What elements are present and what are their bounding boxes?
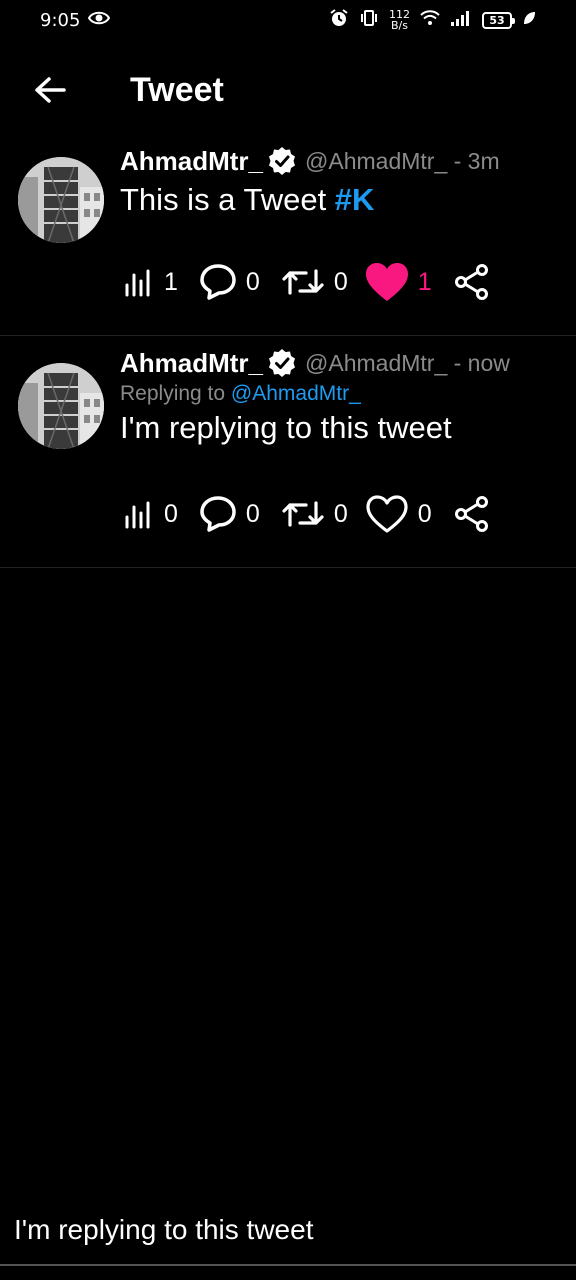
arrow-left-icon bbox=[35, 77, 66, 103]
eye-icon bbox=[88, 10, 111, 31]
handle-and-time: @AhmadMtr_ - now bbox=[305, 349, 510, 376]
tweet[interactable]: AhmadMtr_ @AhmadMtr_ - now Replying to @… bbox=[0, 336, 576, 568]
battery-level: 53 bbox=[489, 13, 505, 27]
share-button[interactable] bbox=[454, 263, 490, 301]
replying-to-line: Replying to @AhmadMtr_ bbox=[120, 382, 566, 406]
share-button[interactable] bbox=[454, 495, 490, 533]
verified-badge-icon bbox=[267, 348, 297, 378]
wifi-icon bbox=[420, 10, 440, 30]
heart-outline-icon bbox=[366, 495, 408, 533]
status-left: 9:05 bbox=[40, 9, 111, 31]
hashtag-link[interactable]: #K bbox=[335, 182, 375, 217]
tweet[interactable]: AhmadMtr_ @AhmadMtr_ - 3m This is a Twee… bbox=[0, 140, 576, 336]
retweet-button[interactable]: 0 bbox=[280, 265, 348, 299]
views-icon bbox=[125, 269, 150, 297]
status-time: 9:05 bbox=[40, 9, 81, 31]
display-name[interactable]: AhmadMtr_ bbox=[120, 348, 263, 379]
comment-icon bbox=[200, 264, 236, 300]
retweet-button[interactable]: 0 bbox=[280, 497, 348, 531]
avatar[interactable] bbox=[18, 363, 104, 449]
avatar[interactable] bbox=[18, 157, 104, 243]
tweet-body: AhmadMtr_ @AhmadMtr_ - now Replying to @… bbox=[120, 346, 566, 446]
tweet-text-plain: This is a Tweet bbox=[120, 182, 335, 217]
reply-button[interactable]: 0 bbox=[198, 495, 260, 533]
mention-link[interactable]: @AhmadMtr_ bbox=[231, 382, 361, 405]
retweet-icon bbox=[282, 269, 324, 295]
views-button[interactable]: 0 bbox=[122, 497, 178, 531]
status-right: 112 B/s 53 bbox=[329, 8, 536, 32]
tweet-header: AhmadMtr_ @AhmadMtr_ - now bbox=[120, 346, 566, 380]
verified-badge-icon bbox=[267, 146, 297, 176]
heart-filled-icon bbox=[365, 263, 408, 301]
retweet-icon bbox=[282, 501, 324, 527]
leaf-icon bbox=[522, 10, 536, 30]
retweet-count: 0 bbox=[333, 267, 348, 296]
like-count: 1 bbox=[417, 267, 432, 296]
share-icon bbox=[454, 496, 488, 532]
app-bar: Tweet bbox=[0, 60, 576, 120]
tweet-actions: 0 0 0 0 bbox=[122, 492, 490, 536]
reply-composer bbox=[0, 1196, 576, 1266]
status-bar: 9:05 112 B/s 53 bbox=[0, 0, 576, 40]
like-count: 0 bbox=[417, 499, 432, 528]
views-count: 1 bbox=[164, 267, 178, 296]
handle-and-time: @AhmadMtr_ - 3m bbox=[305, 147, 500, 174]
replying-prefix: Replying to bbox=[120, 382, 231, 405]
comment-icon bbox=[200, 496, 236, 532]
views-button[interactable]: 1 bbox=[122, 265, 178, 299]
tweet-actions: 1 0 0 1 bbox=[122, 260, 490, 304]
retweet-count: 0 bbox=[333, 499, 348, 528]
back-button[interactable] bbox=[20, 60, 80, 120]
network-speed: 112 B/s bbox=[389, 9, 410, 31]
display-name[interactable]: AhmadMtr_ bbox=[120, 146, 263, 177]
alarm-icon bbox=[329, 8, 349, 32]
tweet-header: AhmadMtr_ @AhmadMtr_ - 3m bbox=[120, 144, 566, 178]
share-icon bbox=[454, 264, 488, 300]
vibrate-icon bbox=[359, 8, 379, 32]
battery-icon: 53 bbox=[482, 11, 515, 29]
reply-count: 0 bbox=[245, 499, 260, 528]
tweet-text: I'm replying to this tweet bbox=[120, 410, 452, 445]
tweet-body: AhmadMtr_ @AhmadMtr_ - 3m This is a Twee… bbox=[120, 144, 566, 218]
page-title: Tweet bbox=[130, 70, 224, 109]
reply-input[interactable] bbox=[14, 1214, 554, 1246]
net-speed-unit: B/s bbox=[391, 19, 408, 32]
tweet-text: This is a Tweet #K bbox=[120, 182, 566, 218]
views-icon bbox=[125, 501, 150, 529]
like-button[interactable]: 1 bbox=[364, 261, 432, 303]
like-button[interactable]: 0 bbox=[364, 493, 432, 535]
reply-count: 0 bbox=[245, 267, 260, 296]
views-count: 0 bbox=[164, 499, 178, 528]
signal-icon bbox=[450, 10, 472, 30]
reply-button[interactable]: 0 bbox=[198, 263, 260, 301]
